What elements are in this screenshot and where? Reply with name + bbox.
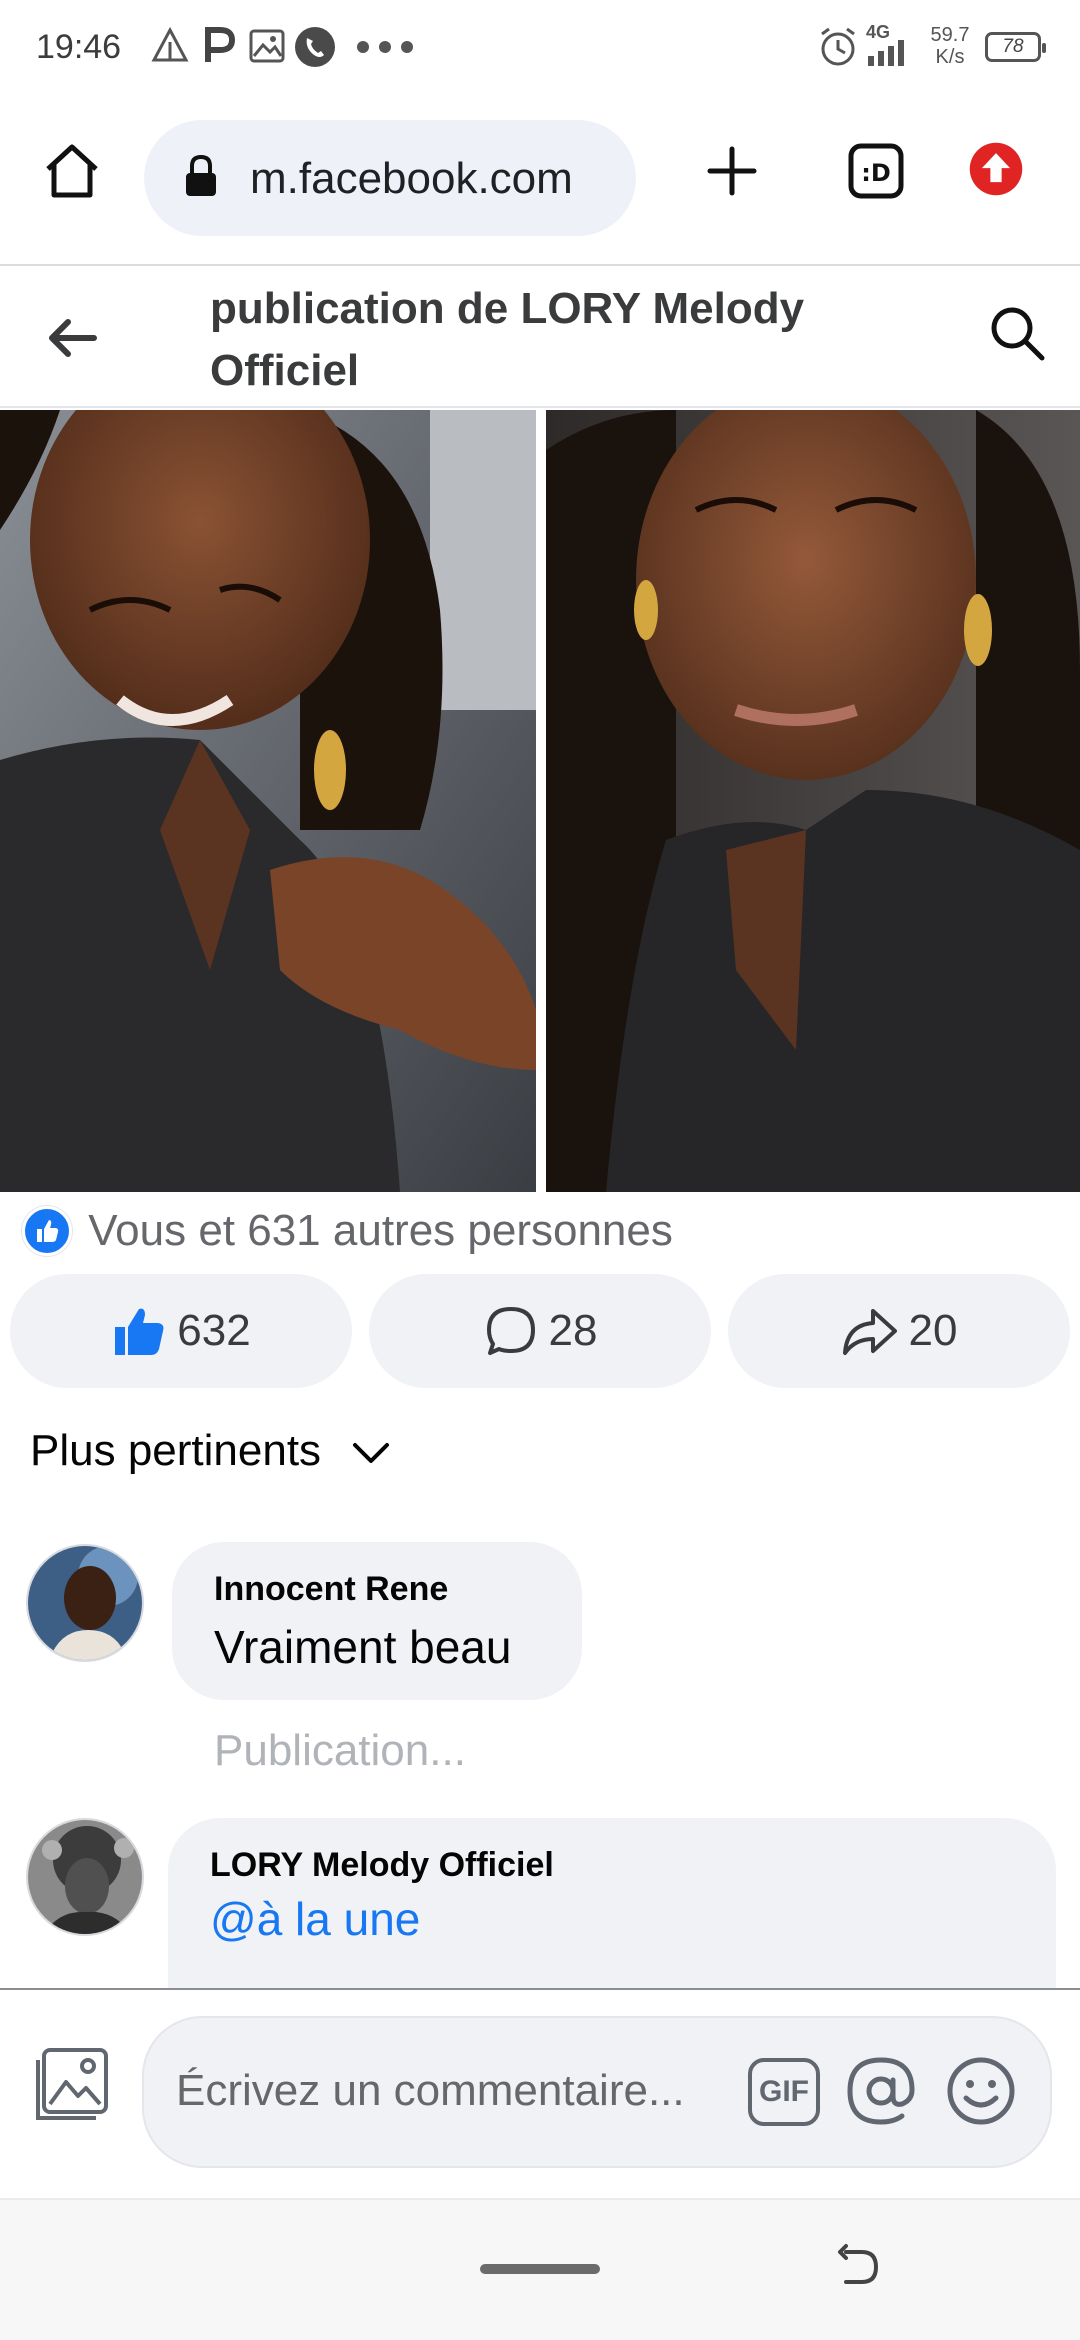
avatar[interactable] <box>26 1818 144 1936</box>
comment-text: Vraiment beau <box>214 1621 512 1673</box>
chevron-down-icon <box>353 1443 390 1464</box>
status-time: 19:46 <box>36 28 122 66</box>
reactions-text: Vous et 631 autres personnes <box>88 1206 673 1256</box>
emoji-icon[interactable] <box>944 2054 1018 2128</box>
share-count: 20 <box>908 1306 958 1355</box>
mention-icon[interactable] <box>844 2054 918 2128</box>
photo-attach-icon[interactable] <box>34 2046 110 2122</box>
system-nav-bar <box>0 2198 1080 2340</box>
browser-toolbar: m.facebook.com :D <box>0 96 1080 266</box>
network-speed: 59.7 K/s <box>920 24 980 68</box>
comment-sort-dropdown[interactable]: Plus pertinents <box>30 1426 391 1486</box>
page-header: publication de LORY Melody Officiel <box>0 266 1080 408</box>
signal-icon <box>868 40 904 66</box>
comment-icon <box>486 1307 535 1355</box>
page-title: publication de LORY Melody Officiel <box>210 284 805 395</box>
lock-icon <box>186 154 216 196</box>
home-gesture-pill[interactable] <box>480 2264 600 2274</box>
like-reaction-icon <box>22 1206 72 1257</box>
phone-call-icon <box>295 27 335 67</box>
comment-input-placeholder: Écrivez un commentaire... <box>176 2066 685 2115</box>
alarm-icon <box>821 27 855 66</box>
post-photo-2[interactable] <box>546 410 1080 1192</box>
upload-icon[interactable] <box>966 139 1026 199</box>
network-speed-unit: K/s <box>935 46 965 68</box>
svg-text::D: :D <box>861 159 891 187</box>
comment-author[interactable]: Innocent Rene <box>214 1570 448 1609</box>
comment-composer: Écrivez un commentaire... GIF <box>0 1988 1080 2198</box>
comment-count: 28 <box>548 1306 598 1355</box>
status-bar: 19:46 4G 59.7 K/s 78 <box>0 0 1080 96</box>
nav-arrow-icon <box>151 26 189 62</box>
address-bar[interactable]: m.facebook.com <box>144 120 636 236</box>
gif-label: GIF <box>759 2075 809 2108</box>
battery-indicator: 78 <box>985 32 1046 62</box>
url-text: m.facebook.com <box>250 154 573 203</box>
network-speed-value: 59.7 <box>930 24 970 46</box>
avatar[interactable] <box>26 1544 144 1662</box>
like-button[interactable]: 632 <box>10 1274 352 1388</box>
comment-status: Publication... <box>214 1726 466 1775</box>
share-button[interactable]: 20 <box>728 1274 1070 1388</box>
rotate-icon[interactable] <box>834 2242 884 2292</box>
post-photo-1[interactable] <box>0 410 536 1192</box>
gallery-icon <box>249 29 285 63</box>
new-tab-icon[interactable] <box>702 141 762 201</box>
comment-text[interactable]: @à la une <box>210 1892 420 1946</box>
gif-button[interactable]: GIF <box>748 2058 820 2126</box>
comment-author[interactable]: LORY Melody Officiel <box>210 1846 554 1885</box>
thumbs-up-icon <box>115 1308 164 1355</box>
back-arrow-icon[interactable] <box>44 310 100 366</box>
comment-input[interactable]: Écrivez un commentaire... GIF <box>142 2016 1052 2168</box>
home-icon[interactable] <box>42 141 102 201</box>
sort-label: Plus pertinents <box>30 1426 322 1475</box>
post-photo-grid <box>0 410 1080 1192</box>
tab-switcher-icon[interactable]: :D <box>846 141 906 201</box>
comment-bubble[interactable]: Innocent Rene Vraiment beau <box>172 1542 582 1700</box>
more-notifications-icon <box>357 41 413 53</box>
reactions-summary[interactable]: Vous et 631 autres personnes <box>22 1204 673 1257</box>
share-icon <box>842 1309 897 1355</box>
like-count: 632 <box>177 1306 251 1355</box>
comment-button[interactable]: 28 <box>369 1274 711 1388</box>
search-icon[interactable] <box>988 304 1048 364</box>
parking-icon <box>205 27 236 62</box>
